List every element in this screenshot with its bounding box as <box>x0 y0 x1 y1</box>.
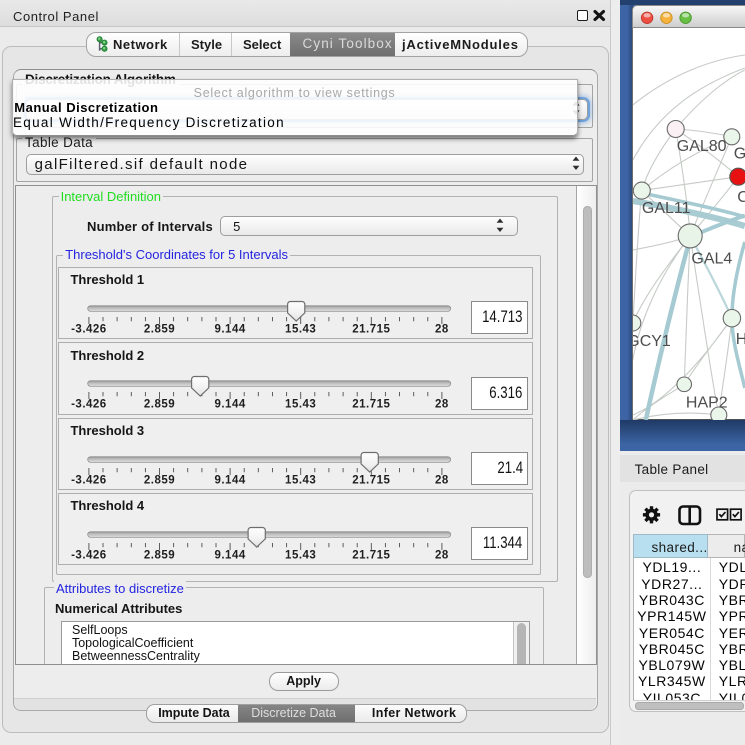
svg-text:21.715: 21.715 <box>352 399 390 411</box>
svg-text:GA: GA <box>734 146 745 163</box>
svg-text:15.43: 15.43 <box>285 399 316 411</box>
svg-text:-3.426: -3.426 <box>71 323 107 335</box>
svg-text:9.144: 9.144 <box>215 323 246 335</box>
svg-text:15.43: 15.43 <box>285 549 316 561</box>
svg-text:GAL11: GAL11 <box>642 200 691 217</box>
svg-text:15.43: 15.43 <box>285 323 316 335</box>
svg-text:GAL4: GAL4 <box>692 250 733 267</box>
svg-text:28: 28 <box>435 399 449 411</box>
svg-text:28: 28 <box>435 549 449 561</box>
svg-text:28: 28 <box>435 474 449 486</box>
svg-text:CC: CC <box>737 189 744 206</box>
svg-text:GCY1: GCY1 <box>633 333 671 350</box>
svg-text:2.859: 2.859 <box>144 399 175 411</box>
svg-text:-3.426: -3.426 <box>71 399 107 411</box>
svg-text:HM: HM <box>736 331 745 348</box>
svg-text:21.715: 21.715 <box>352 474 390 486</box>
svg-text:21.715: 21.715 <box>352 323 390 335</box>
svg-text:2.859: 2.859 <box>144 474 175 486</box>
svg-text:9.144: 9.144 <box>215 474 246 486</box>
svg-text:15.43: 15.43 <box>285 474 316 486</box>
svg-text:2.859: 2.859 <box>144 549 175 561</box>
svg-text:HAP2: HAP2 <box>686 394 728 411</box>
svg-text:9.144: 9.144 <box>215 549 246 561</box>
svg-text:28: 28 <box>435 323 449 335</box>
svg-text:GAL80: GAL80 <box>677 138 727 155</box>
svg-text:9.144: 9.144 <box>215 399 246 411</box>
svg-text:-3.426: -3.426 <box>71 549 107 561</box>
svg-text:-3.426: -3.426 <box>71 474 107 486</box>
svg-text:21.715: 21.715 <box>352 549 390 561</box>
svg-text:2.859: 2.859 <box>144 323 175 335</box>
